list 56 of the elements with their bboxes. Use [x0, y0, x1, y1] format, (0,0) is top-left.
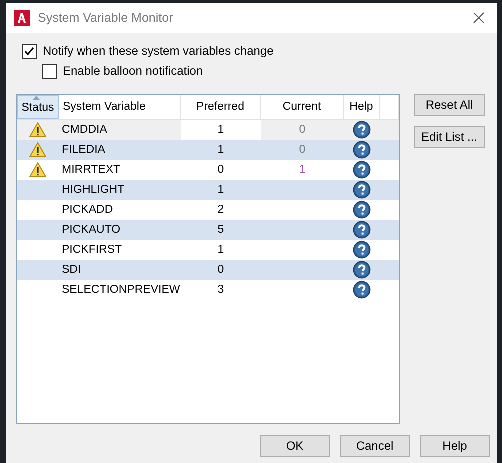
column-header[interactable]: Status [17, 95, 59, 119]
variable-name: SELECTIONPREVIEW [61, 283, 181, 298]
table-row[interactable]: PICKFIRST 1 [17, 240, 399, 260]
preferred-value: 0 [216, 163, 226, 178]
preferred-value: 1 [216, 243, 226, 258]
help-icon[interactable] [353, 281, 371, 299]
help-icon[interactable] [353, 261, 371, 279]
help-icon[interactable] [353, 121, 371, 139]
app-logo-icon [14, 10, 30, 26]
table-row[interactable]: PICKADD 2 [17, 200, 399, 220]
preferred-value: 3 [216, 283, 226, 298]
preferred-value: 2 [216, 203, 226, 218]
table-row[interactable]: PICKAUTO 5 [17, 220, 399, 240]
variable-name: FILEDIA [61, 143, 106, 158]
side-button[interactable]: Reset All [414, 94, 485, 116]
checkbox-label: Notify when these system variables change [43, 44, 274, 58]
current-value: 1 [298, 163, 307, 178]
column-header[interactable]: Current [261, 95, 344, 119]
preferred-value: 5 [216, 223, 226, 238]
variable-name: SDI [61, 263, 82, 278]
preferred-value: 1 [216, 183, 226, 198]
preferred-value: 0 [216, 263, 226, 278]
help-icon[interactable] [353, 181, 371, 199]
variable-name: PICKAUTO [61, 223, 122, 238]
variable-name: HIGHLIGHT [61, 183, 126, 198]
table-row[interactable]: SDI 0 [17, 260, 399, 280]
column-header[interactable]: Preferred [181, 95, 261, 119]
checkbox[interactable] [22, 44, 37, 58]
table-row[interactable]: FILEDIA 1 0 [17, 140, 399, 160]
checkbox[interactable] [42, 64, 57, 78]
help-icon[interactable] [353, 221, 371, 239]
column-header[interactable]: System Variable [59, 95, 181, 119]
checkbox-label: Enable balloon notification [63, 64, 204, 78]
dialog-button[interactable]: Help [420, 435, 490, 457]
preferred-value: 1 [216, 143, 226, 158]
table-row[interactable]: HIGHLIGHT 1 [17, 180, 399, 200]
dialog-button[interactable]: Cancel [340, 435, 410, 457]
table-row[interactable]: SELECTIONPREVIEW 3 [17, 280, 399, 300]
help-icon[interactable] [353, 161, 371, 179]
variable-name: CMDDIA [61, 123, 108, 138]
variable-name: PICKADD [61, 203, 114, 218]
table-row[interactable]: MIRRTEXT 0 1 [17, 160, 399, 180]
current-value: 0 [298, 123, 307, 138]
close-icon[interactable] [473, 12, 485, 24]
table-row[interactable]: CMDDIA 1 0 [17, 120, 399, 140]
side-button[interactable]: Edit List ... [414, 126, 485, 148]
dialog-button[interactable]: OK [260, 435, 330, 457]
variable-name: MIRRTEXT [61, 163, 122, 178]
preferred-value[interactable]: 1 [181, 120, 261, 140]
help-icon[interactable] [353, 201, 371, 219]
help-icon[interactable] [353, 141, 371, 159]
column-header[interactable]: Help [344, 95, 380, 119]
current-value: 0 [298, 143, 307, 158]
help-icon[interactable] [353, 241, 371, 259]
window-title: System Variable Monitor [38, 11, 174, 25]
variable-name: PICKFIRST [61, 243, 124, 258]
